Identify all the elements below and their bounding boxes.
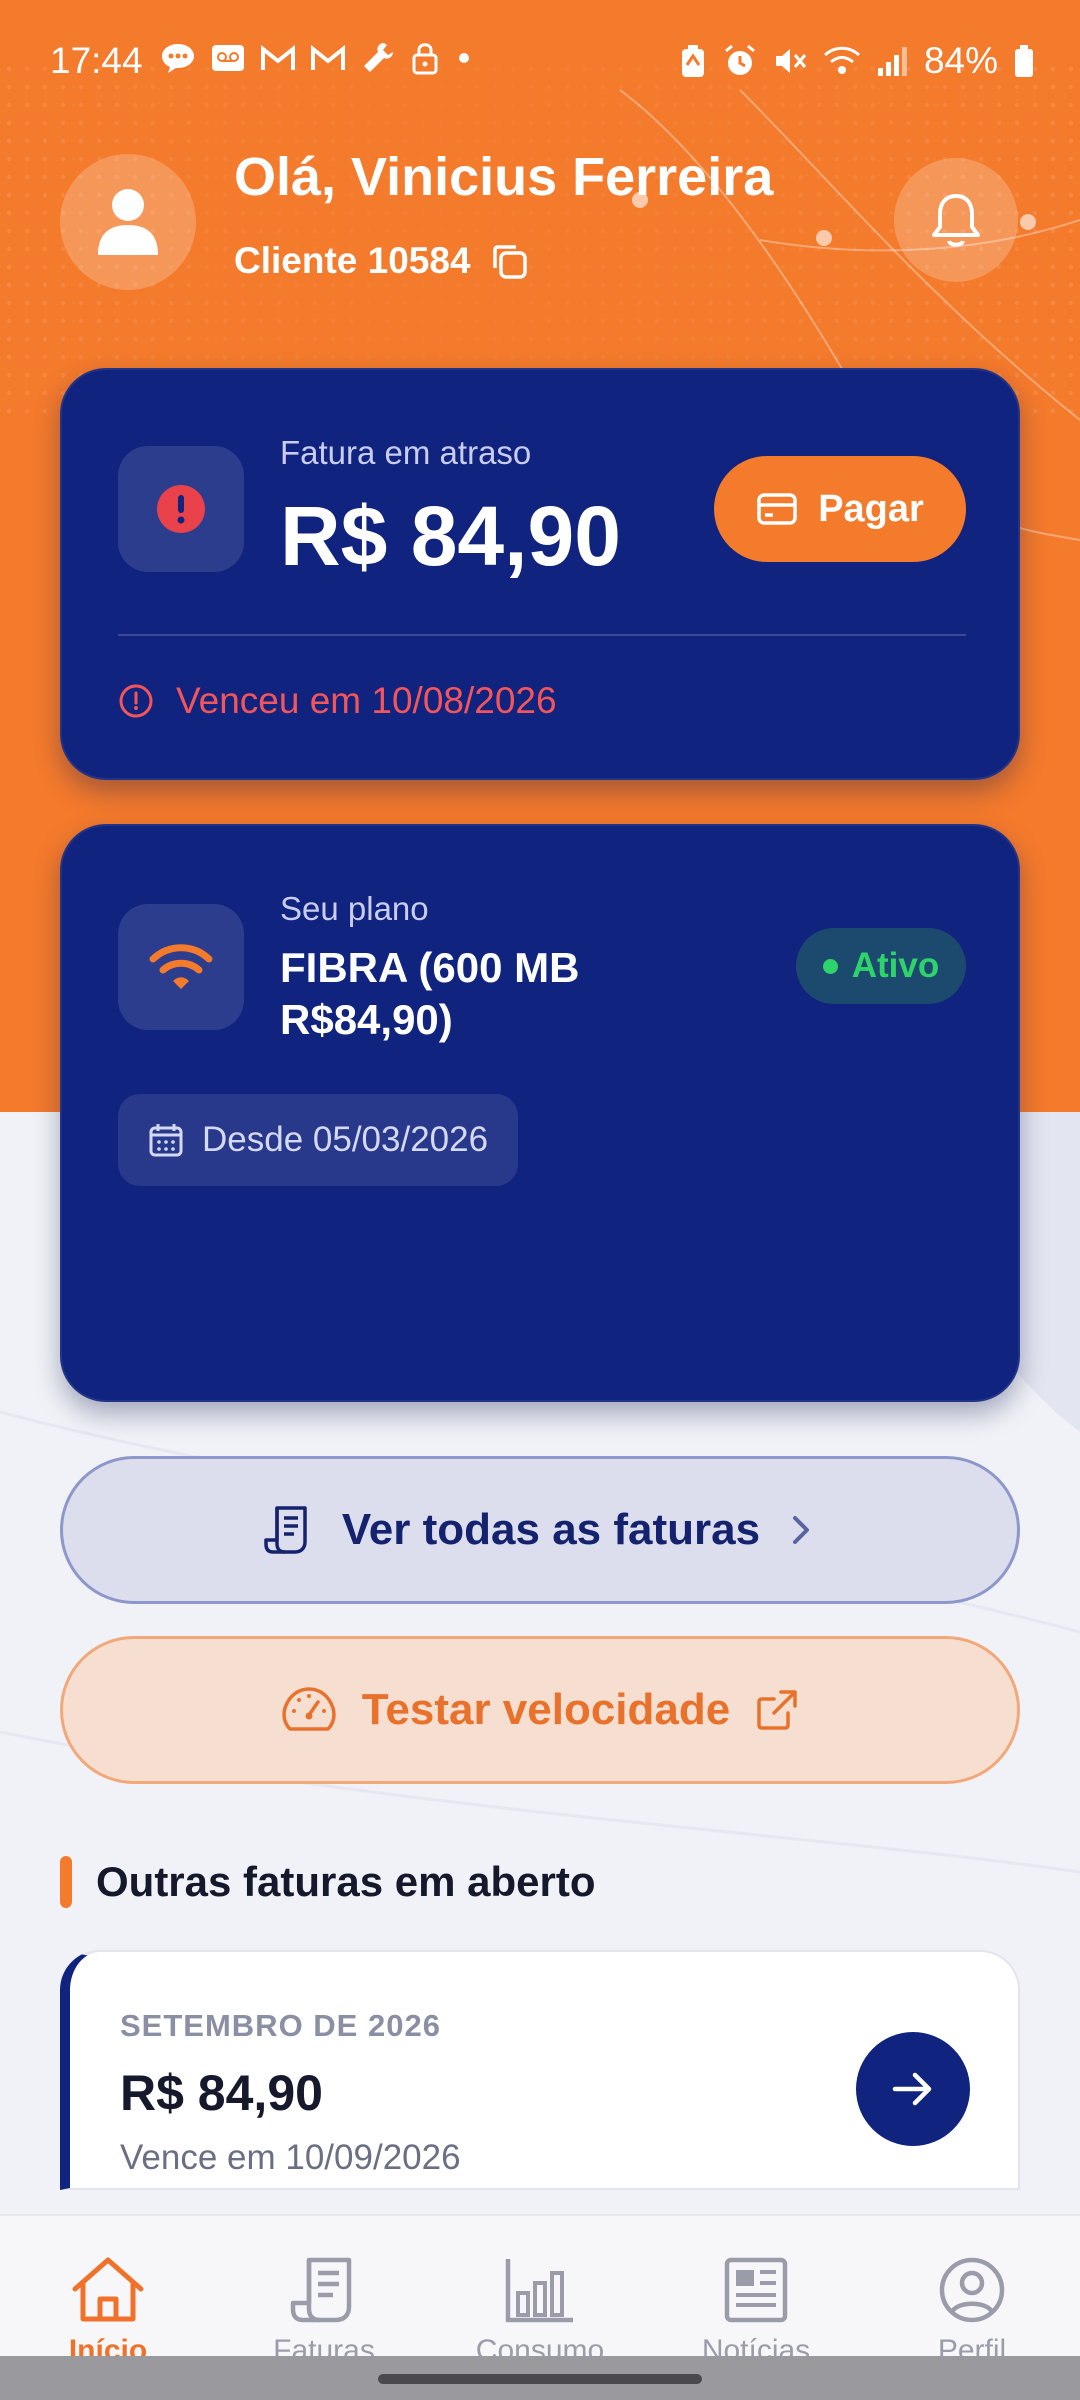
signal-icon xyxy=(877,47,907,76)
warning-circle-icon xyxy=(119,684,153,718)
invoice-status-label: Fatura em atraso xyxy=(280,434,532,471)
lock-icon xyxy=(412,43,438,75)
speed-test-button[interactable]: Testar velocidade xyxy=(60,1636,1020,1784)
chevron-right-icon xyxy=(793,1516,810,1544)
home-indicator[interactable] xyxy=(378,2374,702,2384)
credit-card-icon xyxy=(757,493,797,525)
plan-label: Seu plano xyxy=(280,890,429,927)
overdue-date: Venceu em 10/08/2026 xyxy=(176,680,557,721)
alarm-icon xyxy=(724,44,755,75)
status-bar: 17:44 84% xyxy=(0,0,1080,120)
avatar[interactable] xyxy=(60,154,196,290)
open-invoice-card[interactable]: SETEMBRO DE 2026 R$ 84,90 Vence em 10/09… xyxy=(60,1950,1020,2190)
battery-icon xyxy=(1015,45,1033,77)
arrow-right-icon xyxy=(892,2072,932,2106)
view-all-invoices-button[interactable]: Ver todas as faturas xyxy=(60,1456,1020,1604)
status-text: Ativo xyxy=(851,946,940,985)
invoice-amount: R$ 84,90 xyxy=(280,489,621,583)
view-all-invoices-label: Ver todas as faturas xyxy=(341,1505,761,1554)
newspaper-icon xyxy=(724,2257,788,2323)
open-invoices-section-title: Outras faturas em aberto xyxy=(60,1856,596,1908)
invoice-amount: R$ 84,90 xyxy=(120,2065,323,2121)
plan-card: Seu plano FIBRA (600 MB R$84,90) Ativo D… xyxy=(60,824,1020,1402)
chat-icon xyxy=(162,44,194,73)
open-invoice-button[interactable] xyxy=(856,2032,970,2146)
system-icons: 84% xyxy=(678,40,1036,82)
plan-name: FIBRA (600 MB R$84,90) xyxy=(280,944,580,1043)
plan-since-date: Desde 05/03/2026 xyxy=(202,1120,489,1159)
client-id-row: Cliente 10584 xyxy=(234,240,529,282)
pay-button[interactable]: Pagar xyxy=(714,456,966,562)
notifications-button[interactable] xyxy=(894,158,1018,282)
section-title-text: Outras faturas em aberto xyxy=(96,1858,596,1905)
wifi-icon xyxy=(149,944,213,989)
copy-icon[interactable] xyxy=(489,241,529,281)
speedometer-icon xyxy=(282,1687,336,1731)
receipt-icon xyxy=(264,1506,307,1554)
greeting-title: Olá, Vinicius Ferreira xyxy=(234,147,774,207)
speed-test-label: Testar velocidade xyxy=(361,1685,731,1734)
plan-since-chip: Desde 05/03/2026 xyxy=(118,1094,519,1186)
client-id: Cliente 10584 xyxy=(234,240,471,281)
mute-icon xyxy=(775,49,807,73)
section-accent-bar xyxy=(60,1856,72,1908)
status-time: 17:44 xyxy=(50,40,143,81)
home-icon xyxy=(72,2257,144,2322)
card-divider xyxy=(118,634,966,636)
battery-saver-icon xyxy=(681,45,704,77)
dot-icon xyxy=(459,53,469,63)
alert-tile xyxy=(118,446,244,572)
bell-icon xyxy=(932,194,980,247)
calendar-icon xyxy=(149,1124,183,1157)
pay-button-label: Pagar xyxy=(818,487,924,530)
invoice-month: SETEMBRO DE 2026 xyxy=(120,2008,441,2043)
overdue-invoice-card: Fatura em atraso R$ 84,90 Pagar Venceu e… xyxy=(60,368,1020,780)
gmail-icon xyxy=(311,44,345,70)
invoice-due-date: Vence em 10/09/2026 xyxy=(120,2138,461,2177)
wifi-icon xyxy=(823,46,860,74)
gmail-icon xyxy=(261,44,295,70)
profile-icon xyxy=(939,2257,1005,2323)
voicemail-icon xyxy=(212,45,244,71)
battery-percentage: 84% xyxy=(923,40,998,81)
wifi-tile xyxy=(118,904,244,1030)
bar-chart-icon xyxy=(505,2259,573,2323)
user-icon xyxy=(98,189,158,255)
alert-icon xyxy=(157,485,205,533)
overdue-date-row: Venceu em 10/08/2026 xyxy=(118,680,557,722)
status-dot xyxy=(822,958,838,974)
external-link-icon xyxy=(757,1690,797,1730)
receipt-icon xyxy=(290,2257,352,2323)
status-badge: Ativo xyxy=(796,928,966,1004)
notification-icons xyxy=(160,40,474,76)
wrench-icon xyxy=(364,43,393,72)
